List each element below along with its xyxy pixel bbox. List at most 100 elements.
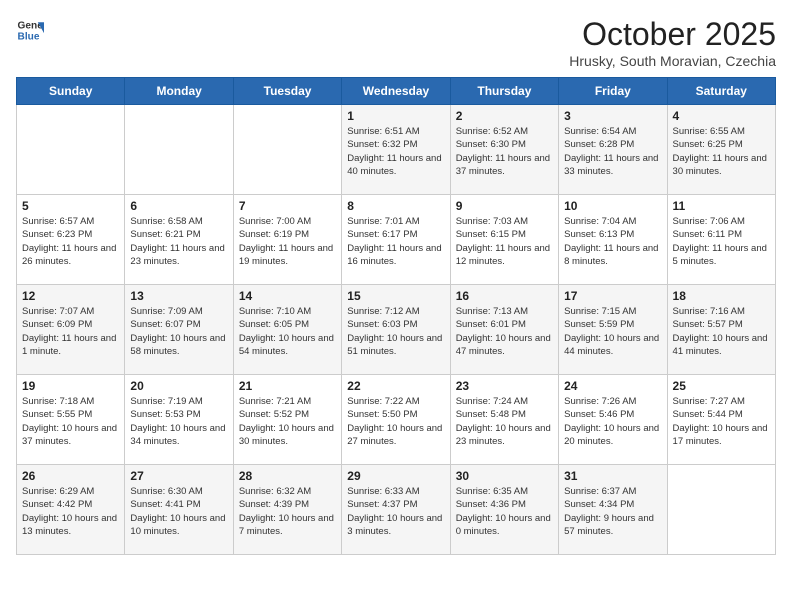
calendar-table: SundayMondayTuesdayWednesdayThursdayFrid… [16, 77, 776, 555]
day-number: 20 [130, 379, 227, 393]
day-info: Sunrise: 7:13 AMSunset: 6:01 PMDaylight:… [456, 305, 553, 358]
calendar-cell [125, 105, 233, 195]
day-info: Sunrise: 6:51 AMSunset: 6:32 PMDaylight:… [347, 125, 444, 178]
day-info: Sunrise: 6:54 AMSunset: 6:28 PMDaylight:… [564, 125, 661, 178]
day-number: 19 [22, 379, 119, 393]
calendar-cell: 20 Sunrise: 7:19 AMSunset: 5:53 PMDayligh… [125, 375, 233, 465]
calendar-cell: 25 Sunrise: 7:27 AMSunset: 5:44 PMDayligh… [667, 375, 775, 465]
calendar-cell: 31 Sunrise: 6:37 AMSunset: 4:34 PMDayligh… [559, 465, 667, 555]
day-info: Sunrise: 7:06 AMSunset: 6:11 PMDaylight:… [673, 215, 770, 268]
day-number: 21 [239, 379, 336, 393]
day-number: 24 [564, 379, 661, 393]
calendar-cell: 13 Sunrise: 7:09 AMSunset: 6:07 PMDayligh… [125, 285, 233, 375]
day-number: 11 [673, 199, 770, 213]
day-number: 25 [673, 379, 770, 393]
day-number: 13 [130, 289, 227, 303]
day-info: Sunrise: 7:27 AMSunset: 5:44 PMDaylight:… [673, 395, 770, 448]
calendar-cell: 15 Sunrise: 7:12 AMSunset: 6:03 PMDayligh… [342, 285, 450, 375]
day-info: Sunrise: 6:33 AMSunset: 4:37 PMDaylight:… [347, 485, 444, 538]
day-info: Sunrise: 7:10 AMSunset: 6:05 PMDaylight:… [239, 305, 336, 358]
calendar-week-row: 1 Sunrise: 6:51 AMSunset: 6:32 PMDaylight… [17, 105, 776, 195]
day-info: Sunrise: 7:07 AMSunset: 6:09 PMDaylight:… [22, 305, 119, 358]
day-number: 18 [673, 289, 770, 303]
day-number: 5 [22, 199, 119, 213]
calendar-cell: 16 Sunrise: 7:13 AMSunset: 6:01 PMDayligh… [450, 285, 558, 375]
month-title: October 2025 [569, 16, 776, 53]
calendar-cell: 24 Sunrise: 7:26 AMSunset: 5:46 PMDayligh… [559, 375, 667, 465]
calendar-cell: 6Sunrise: 6:58 AMSunset: 6:21 PMDaylight… [125, 195, 233, 285]
day-number: 14 [239, 289, 336, 303]
calendar-cell: 27Sunrise: 6:30 AMSunset: 4:41 PMDayligh… [125, 465, 233, 555]
calendar-cell: 23Sunrise: 7:24 AMSunset: 5:48 PMDayligh… [450, 375, 558, 465]
logo: General Blue [16, 16, 44, 44]
location-subtitle: Hrusky, South Moravian, Czechia [569, 53, 776, 69]
svg-text:Blue: Blue [18, 31, 40, 42]
day-info: Sunrise: 7:19 AMSunset: 5:53 PMDaylight:… [130, 395, 227, 448]
calendar-cell: 17Sunrise: 7:15 AMSunset: 5:59 PMDayligh… [559, 285, 667, 375]
calendar-cell: 8 Sunrise: 7:01 AMSunset: 6:17 PMDaylight… [342, 195, 450, 285]
calendar-cell: 5 Sunrise: 6:57 AMSunset: 6:23 PMDaylight… [17, 195, 125, 285]
day-number: 31 [564, 469, 661, 483]
calendar-cell: 19 Sunrise: 7:18 AMSunset: 5:55 PMDayligh… [17, 375, 125, 465]
day-info: Sunrise: 7:16 AMSunset: 5:57 PMDaylight:… [673, 305, 770, 358]
day-number: 28 [239, 469, 336, 483]
day-info: Sunrise: 7:04 AMSunset: 6:13 PMDaylight:… [564, 215, 661, 268]
calendar-cell: 14 Sunrise: 7:10 AMSunset: 6:05 PMDayligh… [233, 285, 341, 375]
day-number: 27 [130, 469, 227, 483]
calendar-cell: 7Sunrise: 7:00 AMSunset: 6:19 PMDaylight… [233, 195, 341, 285]
calendar-cell [667, 465, 775, 555]
day-number: 29 [347, 469, 444, 483]
day-info: Sunrise: 6:57 AMSunset: 6:23 PMDaylight:… [22, 215, 119, 268]
calendar-cell [233, 105, 341, 195]
day-info: Sunrise: 7:18 AMSunset: 5:55 PMDaylight:… [22, 395, 119, 448]
day-info: Sunrise: 7:22 AMSunset: 5:50 PMDaylight:… [347, 395, 444, 448]
day-number: 26 [22, 469, 119, 483]
day-info: Sunrise: 6:52 AMSunset: 6:30 PMDaylight:… [456, 125, 553, 178]
day-info: Sunrise: 6:58 AMSunset: 6:21 PMDaylight:… [130, 215, 227, 268]
weekday-header: Wednesday [342, 78, 450, 105]
weekday-header-row: SundayMondayTuesdayWednesdayThursdayFrid… [17, 78, 776, 105]
day-number: 30 [456, 469, 553, 483]
calendar-cell: 10Sunrise: 7:04 AMSunset: 6:13 PMDayligh… [559, 195, 667, 285]
page-header: General Blue October 2025 Hrusky, South … [16, 16, 776, 69]
calendar-cell: 2 Sunrise: 6:52 AMSunset: 6:30 PMDaylight… [450, 105, 558, 195]
day-info: Sunrise: 7:09 AMSunset: 6:07 PMDaylight:… [130, 305, 227, 358]
calendar-week-row: 19 Sunrise: 7:18 AMSunset: 5:55 PMDayligh… [17, 375, 776, 465]
day-info: Sunrise: 6:35 AMSunset: 4:36 PMDaylight:… [456, 485, 553, 538]
weekday-header: Thursday [450, 78, 558, 105]
day-number: 1 [347, 109, 444, 123]
calendar-cell: 26 Sunrise: 6:29 AMSunset: 4:42 PMDayligh… [17, 465, 125, 555]
calendar-cell: 21Sunrise: 7:21 AMSunset: 5:52 PMDayligh… [233, 375, 341, 465]
day-number: 4 [673, 109, 770, 123]
weekday-header: Friday [559, 78, 667, 105]
calendar-cell: 1 Sunrise: 6:51 AMSunset: 6:32 PMDaylight… [342, 105, 450, 195]
day-info: Sunrise: 7:12 AMSunset: 6:03 PMDaylight:… [347, 305, 444, 358]
calendar-cell: 22Sunrise: 7:22 AMSunset: 5:50 PMDayligh… [342, 375, 450, 465]
day-number: 17 [564, 289, 661, 303]
day-number: 9 [456, 199, 553, 213]
calendar-cell: 12 Sunrise: 7:07 AMSunset: 6:09 PMDayligh… [17, 285, 125, 375]
day-info: Sunrise: 6:32 AMSunset: 4:39 PMDaylight:… [239, 485, 336, 538]
calendar-cell: 3 Sunrise: 6:54 AMSunset: 6:28 PMDaylight… [559, 105, 667, 195]
day-info: Sunrise: 6:29 AMSunset: 4:42 PMDaylight:… [22, 485, 119, 538]
day-number: 23 [456, 379, 553, 393]
day-number: 15 [347, 289, 444, 303]
weekday-header: Tuesday [233, 78, 341, 105]
calendar-cell: 30 Sunrise: 6:35 AMSunset: 4:36 PMDayligh… [450, 465, 558, 555]
day-number: 12 [22, 289, 119, 303]
calendar-cell: 11 Sunrise: 7:06 AMSunset: 6:11 PMDayligh… [667, 195, 775, 285]
day-number: 3 [564, 109, 661, 123]
calendar-week-row: 5 Sunrise: 6:57 AMSunset: 6:23 PMDaylight… [17, 195, 776, 285]
calendar-cell: 29 Sunrise: 6:33 AMSunset: 4:37 PMDayligh… [342, 465, 450, 555]
weekday-header: Monday [125, 78, 233, 105]
day-number: 16 [456, 289, 553, 303]
calendar-week-row: 12 Sunrise: 7:07 AMSunset: 6:09 PMDayligh… [17, 285, 776, 375]
day-info: Sunrise: 7:03 AMSunset: 6:15 PMDaylight:… [456, 215, 553, 268]
day-info: Sunrise: 6:37 AMSunset: 4:34 PMDaylight:… [564, 485, 661, 538]
day-number: 2 [456, 109, 553, 123]
logo-icon: General Blue [16, 16, 44, 44]
day-number: 8 [347, 199, 444, 213]
day-info: Sunrise: 7:26 AMSunset: 5:46 PMDaylight:… [564, 395, 661, 448]
day-number: 7 [239, 199, 336, 213]
day-info: Sunrise: 7:01 AMSunset: 6:17 PMDaylight:… [347, 215, 444, 268]
